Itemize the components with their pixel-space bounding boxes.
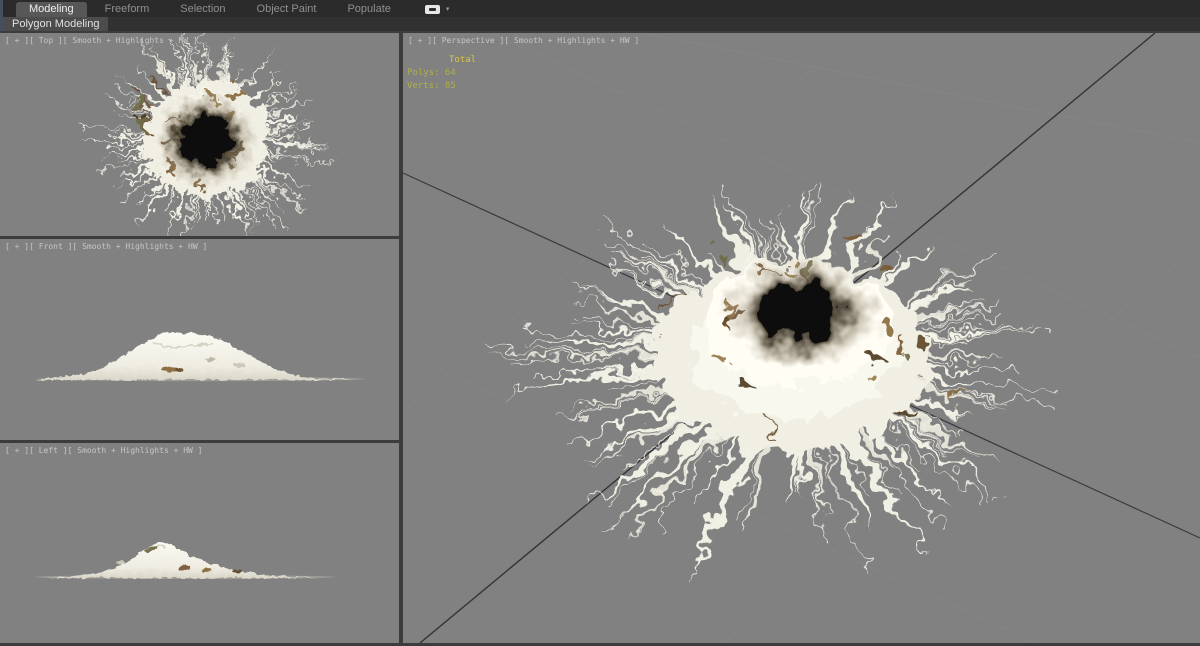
panel-tab-polygon-modeling[interactable]: Polygon Modeling xyxy=(3,17,109,31)
chevron-down-icon: ▾ xyxy=(445,6,450,13)
viewport-front-label[interactable]: [ + ][ Front ][ Smooth + Highlights + HW… xyxy=(5,242,207,251)
viewport-top[interactable]: [ + ][ Top ][ Smooth + Highlights + HW ] xyxy=(0,33,399,236)
tab-freeform[interactable]: Freeform xyxy=(92,2,163,17)
ribbon-display-toggle[interactable]: ▾ xyxy=(424,2,450,17)
top-view-model xyxy=(81,33,336,236)
ribbon-switcher-icon xyxy=(424,5,440,14)
front-view-model xyxy=(35,332,365,382)
ribbon-panel-row: Polygon Modeling xyxy=(0,17,1200,31)
viewport-perspective[interactable]: [ + ][ Perspective ][ Smooth + Highlight… xyxy=(403,33,1200,643)
stats-polys: Polys: 64 xyxy=(407,68,456,78)
viewport-top-label[interactable]: [ + ][ Top ][ Smooth + Highlights + HW ] xyxy=(5,36,198,45)
viewport-layout: [ + ][ Top ][ Smooth + Highlights + HW ]… xyxy=(0,31,1200,646)
stats-total-label: Total xyxy=(449,55,477,65)
ribbon-tab-row: Modeling Freeform Selection Object Paint… xyxy=(0,0,1200,17)
tab-selection[interactable]: Selection xyxy=(167,2,238,17)
viewport-front[interactable]: [ + ][ Front ][ Smooth + Highlights + HW… xyxy=(0,239,399,440)
viewport-left-label[interactable]: [ + ][ Left ][ Smooth + Highlights + HW … xyxy=(5,446,202,455)
viewport-left[interactable]: [ + ][ Left ][ Smooth + Highlights + HW … xyxy=(0,443,399,643)
left-view-model xyxy=(35,541,335,579)
stats-verts: Verts: 85 xyxy=(407,81,456,91)
3dsmax-window: Modeling Freeform Selection Object Paint… xyxy=(0,0,1200,646)
viewport-perspective-label[interactable]: [ + ][ Perspective ][ Smooth + Highlight… xyxy=(408,36,639,45)
ribbon: Modeling Freeform Selection Object Paint… xyxy=(0,0,1200,31)
tab-object-paint[interactable]: Object Paint xyxy=(244,2,330,17)
perspective-view-model xyxy=(403,33,1200,643)
tab-modeling[interactable]: Modeling xyxy=(16,2,87,17)
tab-populate[interactable]: Populate xyxy=(334,2,403,17)
statistics-overlay: Total Polys: 64 Verts: 85 xyxy=(407,54,476,93)
